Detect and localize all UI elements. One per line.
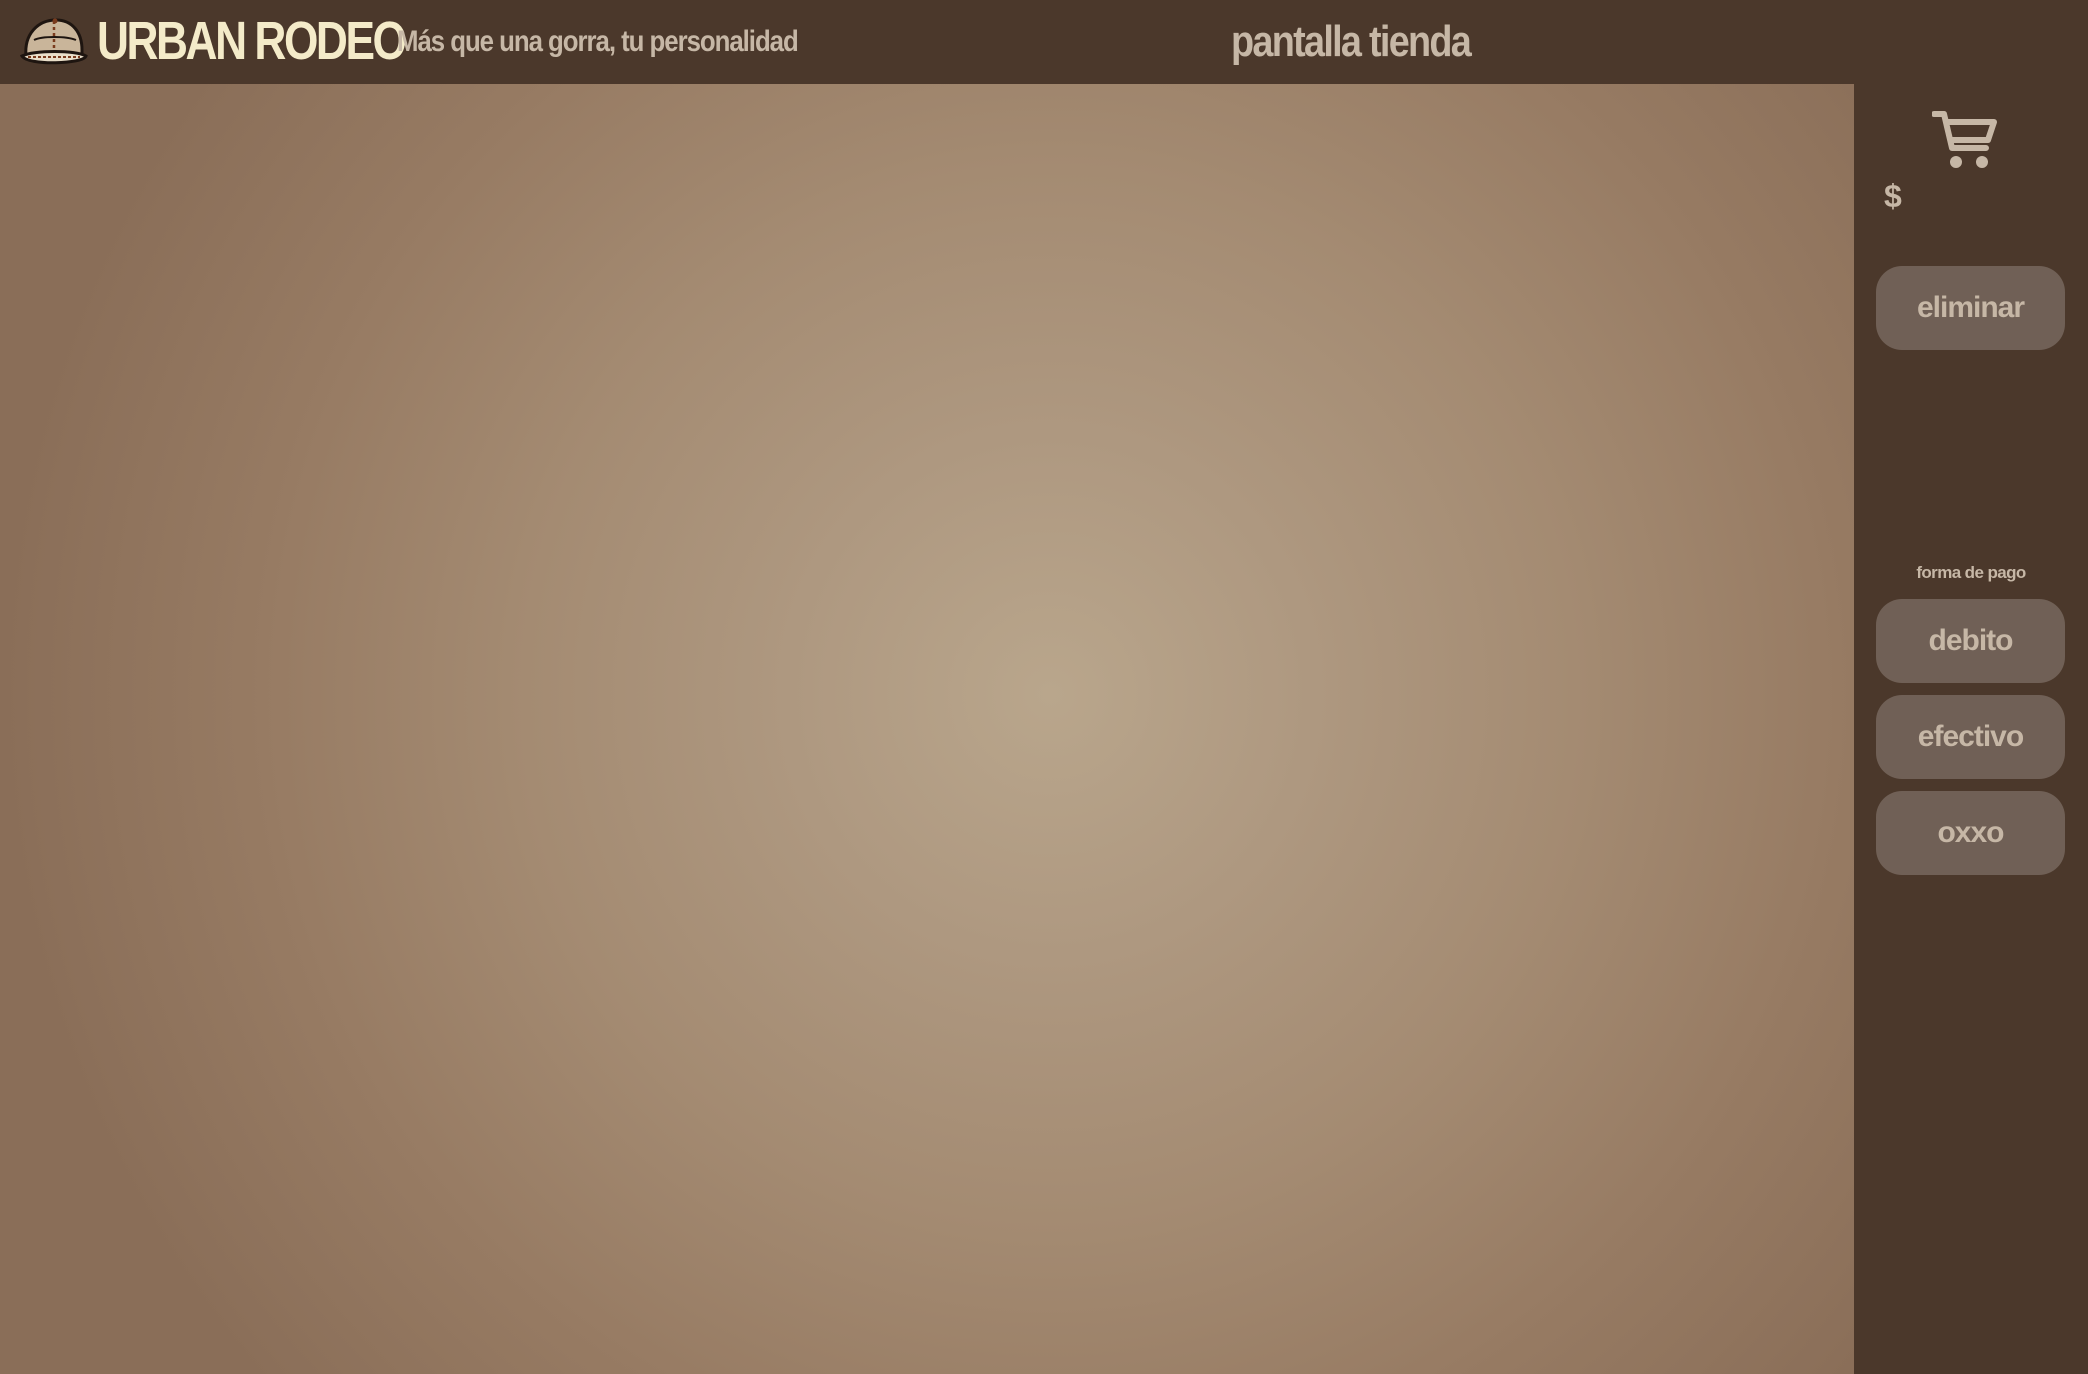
shopping-cart-icon[interactable] xyxy=(1932,108,1998,172)
product-display-area xyxy=(0,84,1854,1374)
cart-sidebar: $ eliminar forma de pago debito efectivo… xyxy=(1854,84,2088,1374)
page-title: pantalla tienda xyxy=(1231,17,1472,66)
pay-debit-button[interactable]: debito xyxy=(1876,599,2065,683)
brand-name: URBAN RODEO xyxy=(97,11,407,71)
cart-total: $ xyxy=(1884,178,1902,214)
cowboy-cap-icon xyxy=(20,18,88,65)
pay-oxxo-button[interactable]: oxxo xyxy=(1876,791,2065,875)
pay-cash-button[interactable]: efectivo xyxy=(1876,695,2065,779)
brand-tagline: Más que una gorra, tu personalidad xyxy=(397,25,799,58)
top-header: URBAN RODEO Más que una gorra, tu person… xyxy=(0,0,2088,84)
payment-method-label: forma de pago xyxy=(1916,563,2026,582)
delete-button[interactable]: eliminar xyxy=(1876,266,2065,350)
app-window: URBAN RODEO Más que una gorra, tu person… xyxy=(0,0,2088,1374)
